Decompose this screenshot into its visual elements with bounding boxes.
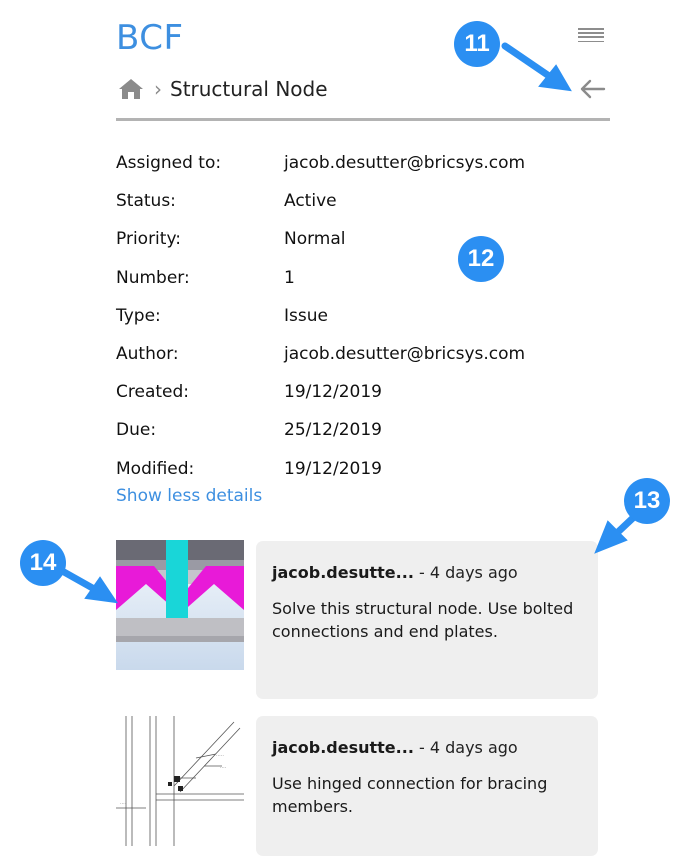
detail-value: 1 <box>284 267 295 288</box>
viewpoint-thumbnail[interactable] <box>116 540 244 670</box>
callout-badge: 12 <box>458 236 504 282</box>
detail-value: 19/12/2019 <box>284 458 382 479</box>
detail-label: Modified: <box>116 458 195 479</box>
detail-value: Active <box>284 191 337 212</box>
detail-value: jacob.desutter@bricsys.com <box>284 344 526 365</box>
detail-value: Normal <box>284 229 346 250</box>
svg-text:.....: ..... <box>216 752 224 758</box>
detail-row-modified: Modified: 19/12/2019 <box>116 450 616 488</box>
breadcrumb: › Structural Node <box>118 74 328 104</box>
callout-badge: 11 <box>454 21 500 67</box>
show-less-details-link[interactable]: Show less details <box>116 486 262 506</box>
comment-card[interactable]: jacob.desutte... - 4 days ago Use hinged… <box>256 716 598 856</box>
back-arrow-icon[interactable] <box>578 78 606 100</box>
detail-row-due: Due: 25/12/2019 <box>116 411 616 449</box>
comment-time: - 4 days ago <box>418 738 518 757</box>
detail-label: Due: <box>116 420 157 441</box>
detail-label: Type: <box>116 305 161 326</box>
detail-row-number: Number: 1 <box>116 259 616 297</box>
home-icon[interactable] <box>118 78 144 100</box>
detail-row-created: Created: 19/12/2019 <box>116 373 616 411</box>
detail-row-priority: Priority: Normal <box>116 220 616 258</box>
detail-label: Status: <box>116 191 176 212</box>
svg-text:....: .... <box>220 764 227 770</box>
breadcrumb-current: Structural Node <box>170 77 328 101</box>
app-title: BCF <box>116 18 184 58</box>
viewpoint-thumbnail[interactable]: ..... .... .... <box>116 716 244 846</box>
detail-value: 25/12/2019 <box>284 420 382 441</box>
detail-row-author: Author: jacob.desutter@bricsys.com <box>116 335 616 373</box>
detail-label: Assigned to: <box>116 153 222 174</box>
comment-author: jacob.desutte... <box>272 738 414 757</box>
detail-value: jacob.desutter@bricsys.com <box>284 153 526 174</box>
comment-header: jacob.desutte... - 4 days ago <box>272 563 584 582</box>
breadcrumb-separator: › <box>154 77 162 101</box>
comment-card[interactable]: jacob.desutte... - 4 days ago Solve this… <box>256 541 598 699</box>
comment-header: jacob.desutte... - 4 days ago <box>272 738 584 757</box>
comment-author: jacob.desutte... <box>272 563 414 582</box>
comment-text: Use hinged connection for bracing member… <box>272 774 548 816</box>
callout-badge: 13 <box>624 478 670 524</box>
comment-text: Solve this structural node. Use bolted c… <box>272 599 574 641</box>
header-divider <box>116 118 610 121</box>
detail-label: Number: <box>116 267 190 288</box>
detail-value: 19/12/2019 <box>284 382 382 403</box>
hamburger-menu-icon[interactable] <box>578 28 604 44</box>
callout-badge: 14 <box>20 540 66 586</box>
svg-text:....: .... <box>120 800 127 806</box>
detail-row-assigned: Assigned to: jacob.desutter@bricsys.com <box>116 144 616 182</box>
detail-label: Author: <box>116 344 179 365</box>
detail-label: Created: <box>116 382 190 403</box>
issue-details: Assigned to: jacob.desutter@bricsys.com S… <box>116 144 616 488</box>
detail-label: Priority: <box>116 229 181 250</box>
detail-row-status: Status: Active <box>116 182 616 220</box>
detail-row-type: Type: Issue <box>116 297 616 335</box>
comment-time: - 4 days ago <box>418 563 518 582</box>
detail-value: Issue <box>284 305 328 326</box>
